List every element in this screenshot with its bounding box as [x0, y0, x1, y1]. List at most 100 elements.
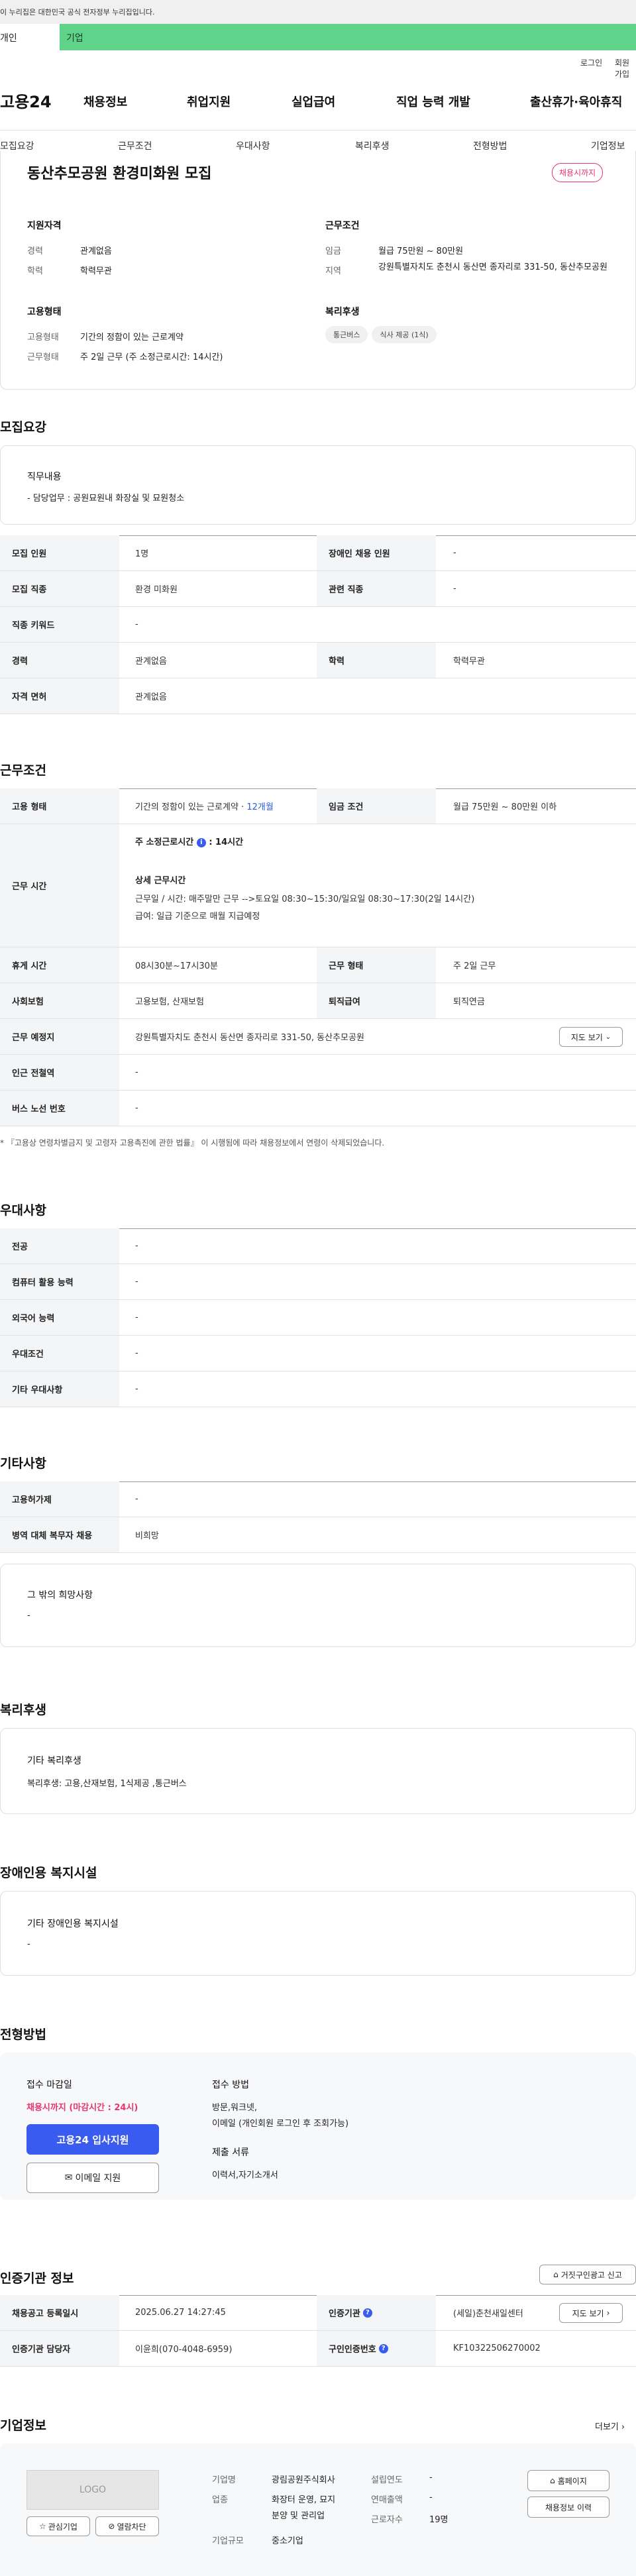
tab-personal[interactable]: 개인	[0, 24, 60, 50]
detail-hours-line1: 근무일 / 시간: 매주말만 근무 -->토요일 08:30~15:30/일요일…	[135, 894, 475, 904]
gov-banner: 이 누리집은 대한민국 공식 전자정부 누리집입니다.	[0, 0, 636, 24]
table-row: 근무 예정지 강원특별자치도 춘천시 동산면 종자리로 331-50, 동산추모…	[0, 1019, 636, 1055]
org-detail-button[interactable]: 지도 보기 ›	[559, 2303, 623, 2323]
company-logo: LOGO	[26, 2470, 159, 2510]
tab-business[interactable]: 기업	[66, 31, 83, 44]
table-row: 자격 면허 관계없음	[0, 678, 636, 714]
company-industry-value1: 화장터 운영, 묘지	[272, 2495, 336, 2505]
info-icon[interactable]: i	[196, 837, 206, 847]
wage-value: 월급 75만원 ~ 80만원	[378, 246, 464, 256]
join-link[interactable]: 회원가입	[615, 57, 636, 80]
disability-box: 기타 장애인용 복지시설 -	[0, 1891, 636, 1976]
emptype-value: 기간의 정함이 있는 근로계약 ·	[135, 802, 247, 812]
email-apply-button[interactable]: ✉ 이메일 지원	[26, 2163, 159, 2193]
education-label: 학력	[27, 266, 43, 276]
welfare-chip: 식사 제공 (1식)	[372, 326, 437, 343]
nav-company[interactable]: 기업정보	[591, 139, 625, 152]
disability-box-title: 기타 장애인용 복지시설	[27, 1919, 119, 1929]
docs-text: 이력서,자기소개서	[212, 2171, 278, 2180]
age-note: * 『고용상 연령차별금지 및 고령자 고용촉진에 관한 법률』 이 시행됨에 …	[0, 1138, 385, 1148]
welfare-box-text: 복리후생: 고용,산재보험, 1식제공 ,통근버스	[27, 1779, 187, 1789]
region-label: 지역	[325, 266, 341, 276]
chevron-right-icon: ›	[621, 2422, 625, 2432]
company-more-link[interactable]: 더보기 ›	[595, 2420, 625, 2432]
report-button[interactable]: ⌂ 거짓구인광고 신고	[539, 2265, 636, 2284]
section-title-conditions: 근무조건	[0, 763, 46, 778]
emptype-label: 고용형태	[27, 333, 59, 343]
gnb-training[interactable]: 직업 능력 개발	[396, 93, 470, 110]
welfare-title: 복리후생	[325, 307, 360, 317]
nav-conditions[interactable]: 근무조건	[118, 139, 152, 152]
conditions-title: 근무조건	[325, 221, 360, 231]
company-box: LOGO ☆ 관심기업 ⊘ 열람차단 기업명 광림공원주식회사 업종 화장터 운영,…	[0, 2443, 636, 2576]
deadline-title: 접수 마감일	[26, 2080, 72, 2090]
chevron-right-icon: ›	[606, 2308, 610, 2318]
site-logo[interactable]: 고용24	[0, 89, 52, 112]
table-header: 사회보험	[0, 983, 119, 1018]
table-header: 우대조건	[0, 1336, 119, 1371]
job-history-button[interactable]: 채용정보 이력	[527, 2496, 610, 2518]
table-cell: 08시30분~17시30분	[135, 961, 218, 971]
apply-button[interactable]: 고용24 입사지원	[26, 2124, 159, 2155]
gnb-jobs[interactable]: 채용정보	[83, 93, 127, 110]
table-row: 인근 전철역 -	[0, 1055, 636, 1091]
table-cell: 비희망	[135, 1531, 159, 1541]
table-header: 장애인 채용 인원	[317, 535, 436, 570]
deadline-value: 채용시까지 (마감시간 : 24시)	[26, 2103, 138, 2113]
map-button[interactable]: 지도 보기 ⌄	[559, 1027, 623, 1047]
section-title-cert: 인증기관 정보	[0, 2271, 74, 2286]
table-header: 모집 직종	[0, 571, 119, 606]
section-title-selection: 전형방법	[0, 2027, 46, 2042]
table-row: 모집 인원 1명 장애인 채용 인원 -	[0, 535, 636, 571]
table-header: 학력	[317, 643, 436, 678]
table-header: 병역 대체 복무자 채용	[0, 1517, 119, 1552]
table-cell: -	[453, 548, 456, 558]
user-type-bar: 개인 기업	[0, 24, 636, 50]
table-row: 근무 시간 주 소정근로시간 i : 14시간 상세 근무시간 근무일 / 시간…	[0, 824, 636, 947]
info-icon[interactable]: ?	[362, 2308, 372, 2318]
table-row: 직종 키워드 -	[0, 607, 636, 643]
table-header: 근무 예정지	[0, 1019, 119, 1054]
table-header: 근무 시간	[0, 824, 119, 947]
weekly-hours: 주 소정근로시간 i : 14시간	[135, 835, 243, 847]
deadline-badge: 채용시까지	[552, 163, 604, 182]
table-cell: -	[135, 1277, 138, 1287]
table-cell: (세일)춘천새일센터	[453, 2309, 523, 2319]
qualification-title: 지원자격	[27, 221, 62, 231]
nav-welfare[interactable]: 복리후생	[355, 139, 390, 152]
table-cell: -	[135, 619, 138, 629]
nav-preference[interactable]: 우대사항	[236, 139, 270, 152]
welfare-chips: 통근버스 식사 제공 (1식)	[325, 326, 441, 343]
block-company-button[interactable]: ⊘ 열람차단	[95, 2516, 159, 2536]
company-founded-label: 설립연도	[371, 2475, 403, 2485]
gnb-employment-support[interactable]: 취업지원	[187, 93, 231, 110]
company-employees-value: 19명	[429, 2515, 449, 2525]
table-header: 직종 키워드	[0, 607, 119, 642]
star-icon: ☆	[39, 2522, 46, 2531]
interest-company-button[interactable]: ☆ 관심기업	[26, 2516, 90, 2536]
section-title-disability: 장애인용 복지시설	[0, 1866, 97, 1880]
table-row: 인증기관 담당자 이윤희(070-4048-6959) 구인인증번호? KF10…	[0, 2331, 636, 2367]
nav-recruit[interactable]: 모집요강	[0, 139, 34, 152]
cert-org-label: 인증기관	[329, 2309, 360, 2319]
nav-selection[interactable]: 전형방법	[473, 139, 507, 152]
homepage-button[interactable]: ⌂ 홈페이지	[527, 2470, 610, 2491]
report-button-label: 거짓구인광고 신고	[560, 2270, 622, 2280]
table-row: 버스 노선 번호 -	[0, 1091, 636, 1126]
table-cell: -	[135, 1103, 138, 1113]
section-title-company: 기업정보	[0, 2418, 46, 2433]
section-title-etc: 기타사항	[0, 1456, 46, 1471]
info-icon[interactable]: ?	[378, 2343, 388, 2353]
table-cell: 퇴직연금	[453, 997, 485, 1007]
gnb-unemployment[interactable]: 실업급여	[292, 93, 335, 110]
table-cell: KF10322506270002	[453, 2343, 541, 2353]
method-title: 접수 방법	[212, 2080, 249, 2090]
career-value: 관계없음	[80, 246, 112, 256]
email-icon: ✉	[64, 2173, 73, 2183]
table-row: 고용허가제 -	[0, 1481, 636, 1517]
email-apply-label: 이메일 지원	[75, 2173, 121, 2184]
table-header: 고용 형태	[0, 788, 119, 824]
login-link[interactable]: 로그인	[580, 57, 602, 68]
gnb-leave[interactable]: 출산휴가·육아휴직	[530, 93, 622, 110]
weekly-hours-value: : 14시간	[209, 837, 244, 847]
